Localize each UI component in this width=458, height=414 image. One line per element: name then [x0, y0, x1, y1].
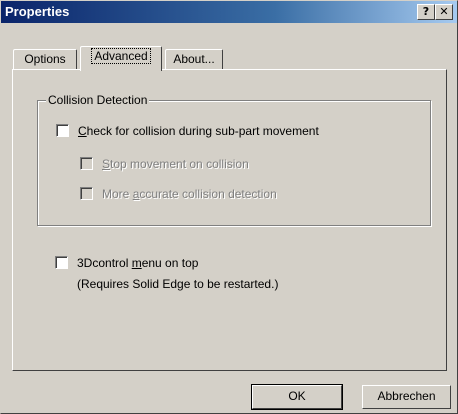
- properties-dialog: Properties ? ✕ Options Advanced About...…: [0, 0, 458, 414]
- stop-movement-mnemonic: S: [102, 157, 111, 171]
- more-accurate-checkbox[interactable]: [80, 187, 93, 200]
- menu-on-top-label[interactable]: 3Dcontrol menu on top: [77, 256, 198, 270]
- check-collision-checkbox[interactable]: [56, 124, 69, 137]
- restart-note: (Requires Solid Edge to be restarted.): [77, 277, 279, 291]
- title-bar[interactable]: Properties ? ✕: [1, 1, 457, 23]
- stop-movement-label-post: top movement on collision: [110, 157, 249, 171]
- tab-options-label: Options: [24, 52, 66, 66]
- ok-button[interactable]: OK: [251, 384, 343, 410]
- advanced-tab-panel: Collision Detection Check for collision …: [12, 69, 447, 371]
- help-icon: ?: [422, 5, 430, 18]
- check-collision-label-post: heck for collision during sub-part movem…: [86, 124, 319, 138]
- stop-movement-label: Stop movement on collision: [102, 157, 249, 171]
- menu-on-top-label-pre: 3Dcontrol: [77, 256, 132, 270]
- window-title: Properties: [5, 4, 70, 19]
- tab-advanced[interactable]: Advanced: [80, 46, 162, 71]
- check-collision-label[interactable]: Check for collision during sub-part move…: [78, 124, 319, 138]
- help-button[interactable]: ?: [417, 4, 435, 20]
- close-button[interactable]: ✕: [435, 4, 453, 20]
- tab-about-label: About...: [173, 52, 215, 66]
- stop-movement-checkbox[interactable]: [80, 157, 93, 170]
- tab-advanced-label: Advanced: [91, 48, 151, 64]
- collision-detection-title: Collision Detection: [46, 93, 150, 107]
- tab-options[interactable]: Options: [13, 49, 77, 69]
- menu-on-top-mnemonic: m: [131, 256, 142, 270]
- tab-about[interactable]: About...: [165, 49, 223, 69]
- menu-on-top-checkbox[interactable]: [55, 256, 68, 269]
- close-icon: ✕: [439, 5, 449, 18]
- check-collision-mnemonic: C: [78, 124, 87, 138]
- cancel-button[interactable]: Abbrechen: [362, 385, 451, 409]
- menu-on-top-label-post: enu on top: [141, 256, 199, 270]
- collision-detection-group: Collision Detection Check for collision …: [37, 93, 431, 226]
- more-accurate-label-pre: More: [102, 187, 133, 201]
- more-accurate-label-post: ccurate collision detection: [139, 187, 277, 201]
- more-accurate-label: More accurate collision detection: [102, 187, 277, 201]
